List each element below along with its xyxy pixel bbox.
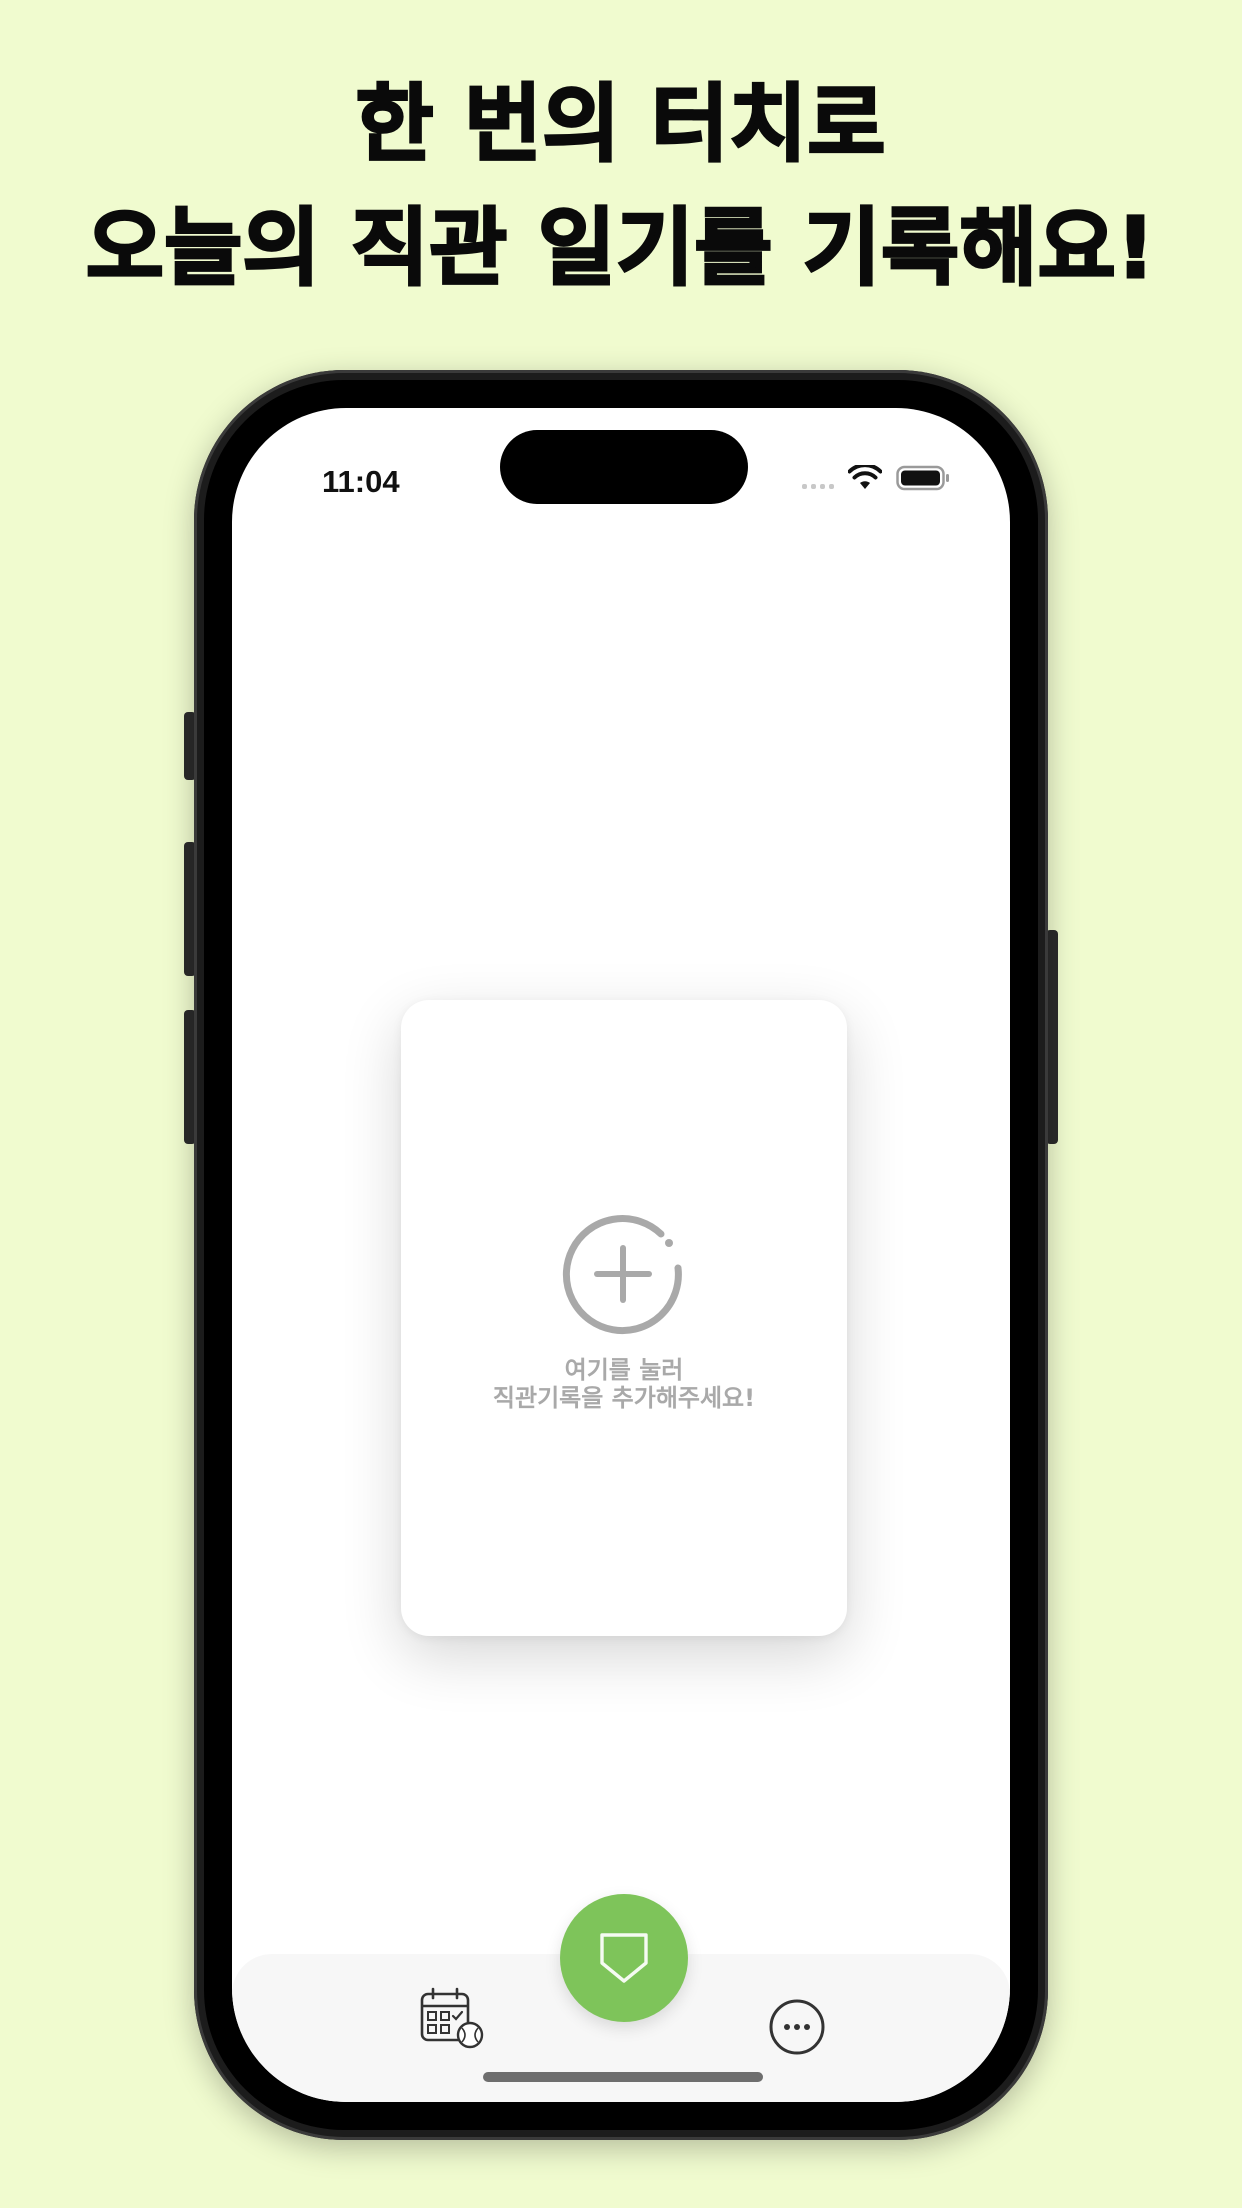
headline-line-1: 한 번의 터치로 [354,74,887,175]
headline-line-2: 오늘의 직관 일기를 기록해요! [85,198,1156,299]
add-circle-icon [562,1215,682,1335]
add-record-card[interactable]: 여기를 눌러 직관기록을 추가해주세요! [401,1000,847,1636]
home-indicator[interactable] [483,2072,763,2082]
add-record-hint: 여기를 눌러 직관기록을 추가해주세요! [401,1356,847,1412]
cellular-signal-icon [802,467,834,489]
calendar-baseball-icon[interactable] [418,1984,484,2050]
hint-line-1: 여기를 눌러 [564,1356,684,1384]
home-plate-icon [600,1933,648,1983]
battery-icon [896,465,949,491]
wifi-icon [848,465,882,489]
dynamic-island [500,430,748,504]
promo-headline: 한 번의 터치로 오늘의 직관 일기를 기록해요! [0,62,1242,310]
more-icon[interactable] [768,1998,826,2056]
status-time: 11:04 [322,464,400,499]
phone-frame: 11:04 여기를 눌러 직관기록을 추가해주세요! [194,370,1048,2140]
status-icons [802,458,950,498]
hint-line-2: 직관기록을 추가해주세요! [492,1384,756,1412]
home-plate-button[interactable] [560,1894,688,2022]
app-screen: 11:04 여기를 눌러 직관기록을 추가해주세요! [232,408,1010,2102]
